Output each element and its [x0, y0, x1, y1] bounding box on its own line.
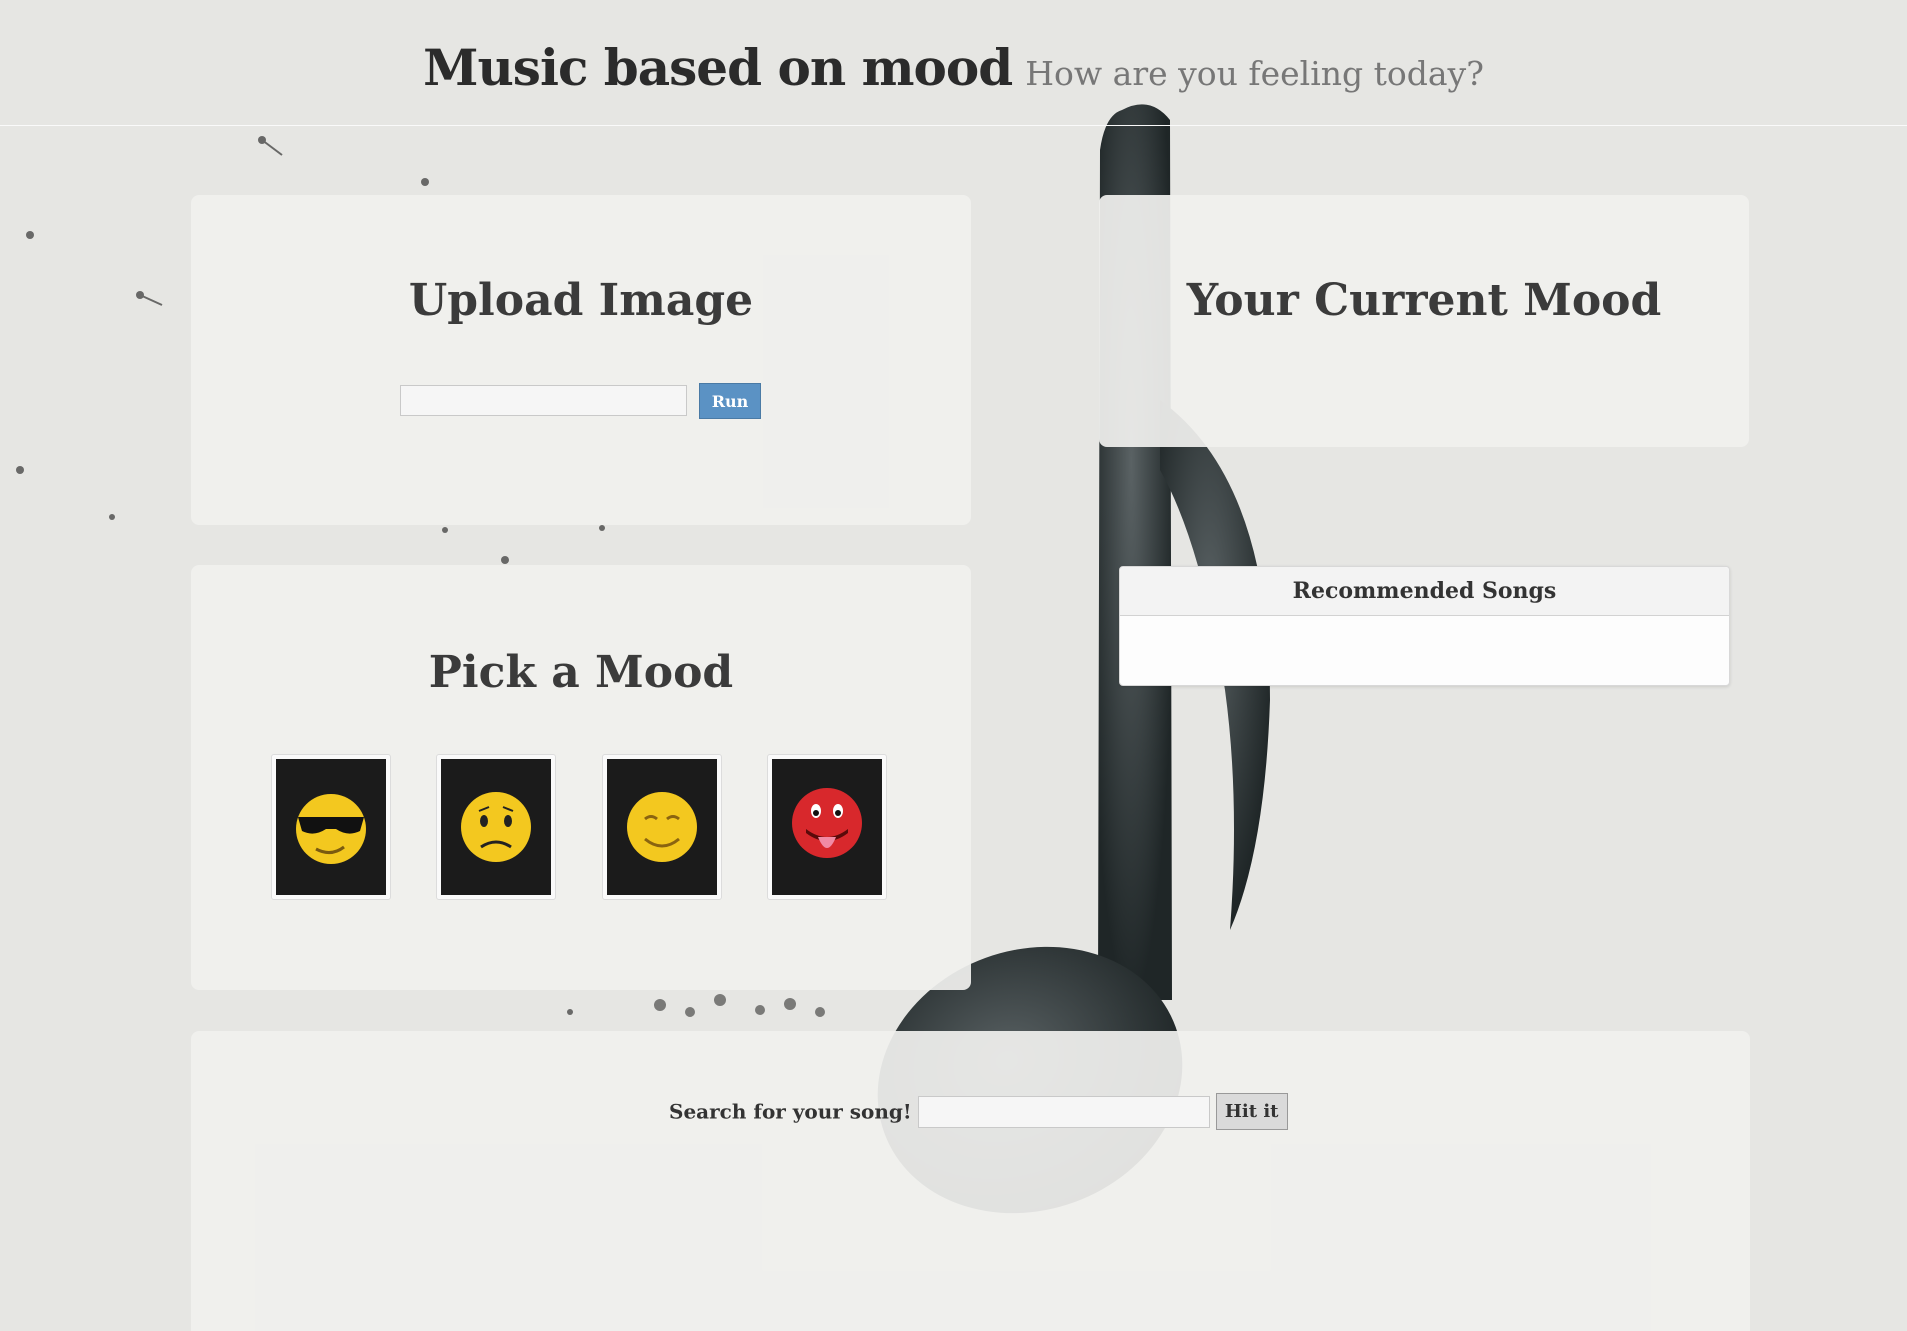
recommended-songs-panel: Recommended Songs — [1119, 566, 1730, 686]
current-mood-title: Your Current Mood — [1186, 275, 1662, 326]
hit-it-button[interactable]: Hit it — [1215, 1093, 1288, 1130]
song-search-input[interactable] — [917, 1095, 1210, 1128]
upload-image-title: Upload Image — [408, 275, 754, 326]
mood-option-playful[interactable] — [767, 754, 887, 900]
upload-image-panel: Upload Image Run — [191, 195, 971, 525]
mood-option-content[interactable] — [602, 754, 722, 900]
mood-option-cool[interactable] — [271, 754, 391, 900]
mood-option-sad[interactable] — [436, 754, 556, 900]
recommended-songs-title: Recommended Songs — [1120, 567, 1729, 616]
run-button[interactable]: Run — [699, 383, 761, 419]
cool-sunglasses-emoji-icon — [296, 794, 366, 864]
site-subtitle: How are you feeling today? — [1025, 54, 1484, 93]
sad-emoji-icon — [461, 792, 531, 862]
image-file-input[interactable] — [400, 385, 687, 416]
current-mood-panel: Your Current Mood — [1099, 195, 1749, 447]
site-title: Music based on mood — [423, 38, 1013, 97]
song-search-panel: Search for your song! Hit it — [191, 1031, 1750, 1331]
page-header: Music based on mood How are you feeling … — [0, 0, 1907, 126]
playful-tongue-emoji-icon — [792, 788, 862, 858]
content-smile-emoji-icon — [627, 792, 697, 862]
pick-mood-title: Pick a Mood — [428, 647, 734, 698]
pick-mood-panel: Pick a Mood — [191, 565, 971, 990]
search-label: Search for your song! — [669, 1099, 912, 1124]
